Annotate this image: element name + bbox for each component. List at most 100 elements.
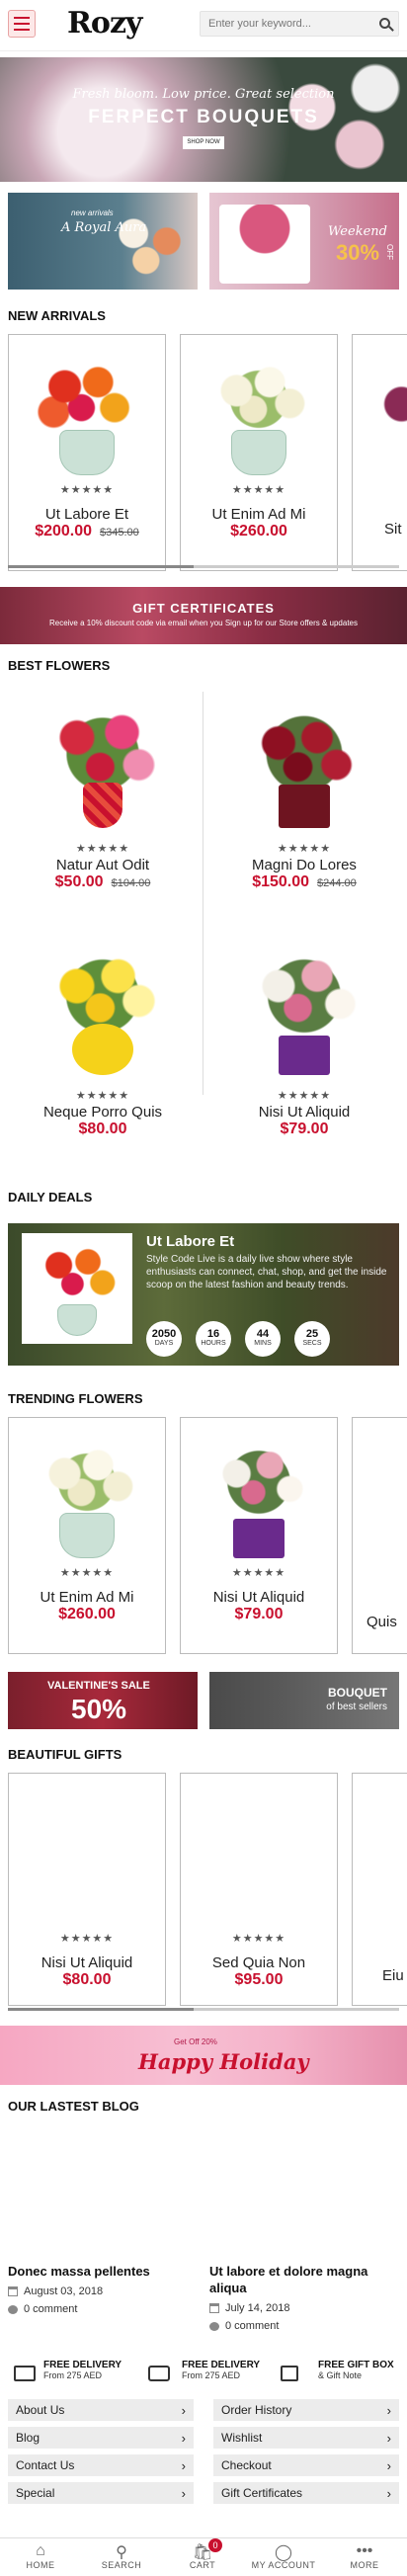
footer-link-order-history[interactable]: Order History ›	[213, 2399, 399, 2421]
nav-more[interactable]: ••• MORE	[324, 2538, 405, 2576]
footer-link-blog[interactable]: Blog ›	[8, 2427, 194, 2449]
user-icon: ◯	[275, 2544, 292, 2561]
product-card[interactable]: ★★★★★ Sed Quia Non $95.00	[180, 1773, 338, 2006]
product-name[interactable]: Ut Enim Ad Mi	[9, 1589, 165, 1606]
truck-icon	[14, 2366, 36, 2381]
blog-post-date: August 03, 2018	[24, 2285, 104, 2297]
blog-post[interactable]: Ut labore et dolore magna aliqua July 14…	[209, 2263, 403, 2332]
blog-post-title[interactable]: Donec massa pellentes	[8, 2263, 202, 2280]
product-price: $79.00	[280, 1121, 329, 1137]
deal-image[interactable]	[22, 1233, 132, 1344]
nav-my-account[interactable]: ◯ MY ACCOUNT	[243, 2538, 324, 2576]
gift-cert-text: Receive a 10% discount code via email wh…	[48, 619, 359, 627]
calendar-icon	[209, 2303, 219, 2313]
blog-post[interactable]: Donec massa pellentes August 03, 2018 0 …	[8, 2263, 202, 2315]
footer-link-about-us[interactable]: About Us ›	[8, 2399, 194, 2421]
product-item[interactable]: ★★★★★ Neque Porro Quis $80.00	[4, 935, 202, 1138]
product-card[interactable]: Eiu	[352, 1773, 407, 2006]
bouquet-title: BOUQUET	[328, 1686, 387, 1700]
rating-stars: ★★★★★	[277, 843, 332, 855]
menu-button[interactable]	[8, 10, 36, 38]
section-title: NEW ARRIVALS	[8, 308, 106, 323]
product-item[interactable]: ★★★★★ Natur Aut Odit $50.00 $104.00	[4, 688, 202, 891]
calendar-icon	[8, 2286, 18, 2296]
product-name[interactable]: Magni Do Lores	[205, 857, 403, 873]
product-price: $260.00	[58, 1606, 116, 1622]
promo-big-text: A Royal Aura	[61, 220, 147, 235]
countdown-mins: 44 MINS	[245, 1321, 281, 1357]
logo[interactable]: Rozy	[67, 6, 142, 41]
product-name[interactable]: Ut Labore Et	[9, 506, 165, 523]
valentines-sale-banner[interactable]: VALENTINE'S SALE 50%	[8, 1672, 198, 1729]
bouquet-sub: of best sellers	[326, 1702, 387, 1712]
rating-stars: ★★★★★	[59, 1933, 115, 1945]
features-strip: FREE DELIVERY From 275 AED FREE DELIVERY F…	[0, 2360, 407, 2393]
more-icon: •••	[356, 2542, 373, 2559]
product-name[interactable]: Nisi Ut Aliquid	[9, 1954, 165, 1971]
comment-icon	[209, 2321, 219, 2331]
header: Rozy Enter your keyword...	[0, 0, 407, 51]
nav-cart[interactable]: 🛍 0 CART	[162, 2538, 243, 2576]
countdown-days: 2050 DAYS	[146, 1321, 182, 1357]
product-card[interactable]: ★★★★★ Ut Enim Ad Mi $260.00	[180, 334, 338, 571]
product-card[interactable]: ★★★★★ Nisi Ut Aliquid $79.00	[180, 1417, 338, 1654]
rating-stars: ★★★★★	[75, 843, 130, 855]
carousel-scrollbar[interactable]	[8, 565, 399, 568]
promo-royal-aura[interactable]: new arrivals A Royal Aura	[8, 193, 198, 290]
blog-post-comments[interactable]: 0 comment	[225, 2320, 279, 2332]
blog-post-comments[interactable]: 0 comment	[24, 2303, 77, 2315]
vday-small-text: VALENTINE'S SALE	[47, 1680, 150, 1692]
footer-link-special[interactable]: Special ›	[8, 2482, 194, 2504]
product-name[interactable]: Ut Enim Ad Mi	[181, 506, 337, 523]
shop-now-button[interactable]: SHOP NOW	[183, 136, 224, 149]
deal-title[interactable]: Ut Labore Et	[146, 1233, 234, 1250]
holiday-banner[interactable]: Get Off 20% Happy Holiday	[0, 2026, 407, 2085]
footer-link-contact-us[interactable]: Contact Us ›	[8, 2454, 194, 2476]
product-price: $79.00	[234, 1606, 284, 1622]
nav-home[interactable]: ⌂ HOME	[0, 2538, 81, 2576]
product-name[interactable]: Sed Quia Non	[181, 1954, 337, 1971]
old-price: $104.00	[111, 877, 151, 889]
gift-certificate-banner[interactable]: GIFT CERTIFICATES Receive a 10% discount…	[0, 587, 407, 644]
product-card[interactable]: Sit	[352, 334, 407, 571]
nav-search[interactable]: ⚲ SEARCH	[81, 2538, 162, 2576]
carousel-scrollbar[interactable]	[8, 2008, 399, 2011]
product-card[interactable]: ★★★★★ Nisi Ut Aliquid $80.00	[8, 1773, 166, 2006]
footer-link-checkout[interactable]: Checkout ›	[213, 2454, 399, 2476]
product-name[interactable]: Eiu	[353, 1967, 407, 1984]
promo-weekend-text: Weekend	[328, 224, 387, 239]
home-icon: ⌂	[36, 2542, 45, 2559]
bouquet-banner[interactable]: BOUQUET of best sellers	[209, 1672, 399, 1729]
hero-banner[interactable]: Fresh bloom. Low price. Great selection …	[0, 57, 407, 182]
daily-deal-card[interactable]: Ut Labore Et Style Code Live is a daily …	[8, 1223, 399, 1366]
product-name[interactable]: Natur Aut Odit	[4, 857, 202, 873]
holiday-title: Happy Holiday	[138, 2049, 309, 2074]
product-item[interactable]: ★★★★★ Magni Do Lores $150.00 $244.00	[205, 688, 403, 891]
footer-link-wishlist[interactable]: Wishlist ›	[213, 2427, 399, 2449]
money-icon	[148, 2366, 170, 2381]
section-title: BEST FLOWERS	[8, 658, 111, 673]
promo-percent: 30%	[336, 240, 380, 265]
blog-post-title[interactable]: Ut labore et dolore magna aliqua	[209, 2263, 403, 2296]
search-input[interactable]: Enter your keyword...	[200, 11, 399, 37]
product-name[interactable]: Sit	[353, 521, 407, 538]
product-price: $260.00	[230, 523, 287, 540]
product-name[interactable]: Quis	[353, 1614, 407, 1630]
product-price: $80.00	[62, 1971, 112, 1988]
product-card[interactable]: ★★★★★ Ut Labore Et $200.00 $345.00	[8, 334, 166, 571]
search-icon[interactable]	[379, 18, 390, 29]
product-card[interactable]: Quis	[352, 1417, 407, 1654]
blog-post-date: July 14, 2018	[225, 2302, 290, 2314]
product-name[interactable]: Neque Porro Quis	[4, 1104, 202, 1121]
footer-link-gift-certificates[interactable]: Gift Certificates ›	[213, 2482, 399, 2504]
product-name[interactable]: Nisi Ut Aliquid	[205, 1104, 403, 1121]
product-item[interactable]: ★★★★★ Nisi Ut Aliquid $79.00	[205, 935, 403, 1138]
promo-weekend[interactable]: Weekend 30% OFF	[209, 193, 399, 290]
product-card[interactable]: ★★★★★ Ut Enim Ad Mi $260.00	[8, 1417, 166, 1654]
rating-stars: ★★★★★	[231, 484, 286, 496]
rating-stars: ★★★★★	[231, 1567, 286, 1579]
product-name[interactable]: Nisi Ut Aliquid	[181, 1589, 337, 1606]
gift-icon	[281, 2366, 298, 2381]
comment-icon	[8, 2304, 18, 2314]
gift-cert-title: GIFT CERTIFICATES	[132, 601, 275, 616]
